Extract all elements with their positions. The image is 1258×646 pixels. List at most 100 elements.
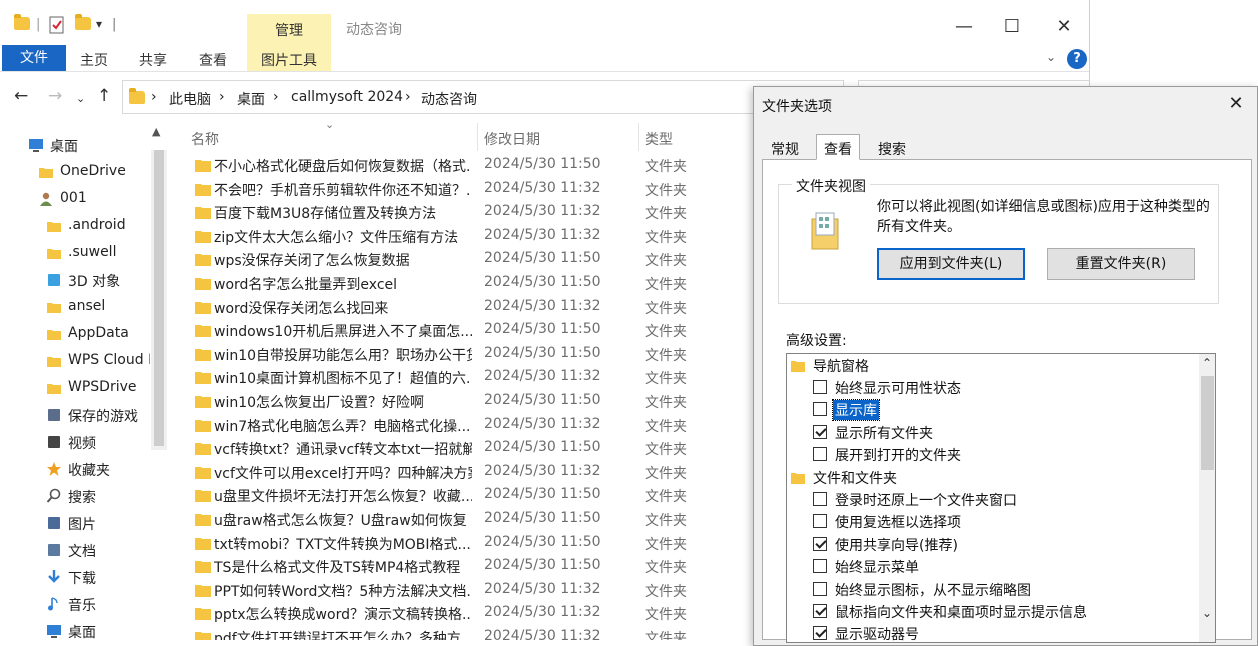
breadcrumb-separator[interactable]: › <box>273 89 279 105</box>
maximize-button[interactable]: ☐ <box>992 14 1032 40</box>
column-header-name[interactable]: 名称 <box>191 129 219 149</box>
scroll-up-icon[interactable]: ⌃ <box>1202 356 1212 370</box>
breadcrumb-desktop[interactable]: 桌面 <box>237 89 265 109</box>
breadcrumb-this-pc[interactable]: 此电脑 <box>169 89 211 109</box>
breadcrumb-separator[interactable]: › <box>405 89 411 105</box>
ribbon-collapse-icon[interactable]: ⌄ <box>1046 50 1056 64</box>
checkbox[interactable] <box>813 379 827 394</box>
dialog-tab-general[interactable]: 常规 <box>764 139 806 161</box>
dialog-tab-view[interactable]: 查看 <box>816 134 860 160</box>
tab-share[interactable]: 共享 <box>139 50 167 70</box>
dialog-close-button[interactable]: ✕ <box>1224 93 1248 114</box>
folder-icon <box>195 418 211 436</box>
tab-view[interactable]: 查看 <box>199 50 227 70</box>
tab-home[interactable]: 主页 <box>80 50 108 70</box>
settings-category[interactable]: 文件和文件夹 <box>791 467 1196 489</box>
minimize-button[interactable]: — <box>944 14 984 40</box>
settings-checkbox-item[interactable]: 始终显示菜单 <box>813 556 1215 578</box>
tab-file[interactable]: 文件 <box>2 45 66 71</box>
sidebar-item[interactable]: 001 <box>38 188 150 212</box>
address-bar[interactable]: › 此电脑 › 桌面 › callmysoft 2024 › 动态咨询 <box>122 80 844 114</box>
apply-to-folders-button[interactable]: 应用到文件夹(L) <box>877 248 1025 280</box>
sidebar-item[interactable]: 桌面 <box>28 134 150 158</box>
scroll-up-icon[interactable]: ▲ <box>152 125 160 138</box>
up-button[interactable]: ↑ <box>97 86 111 106</box>
sidebar-item[interactable]: .suwell <box>46 242 150 266</box>
close-button[interactable]: ✕ <box>1044 14 1084 40</box>
sidebar-item[interactable]: 3D 对象 <box>46 269 150 293</box>
sidebar-item[interactable]: 收藏夹 <box>46 458 150 482</box>
dialog-tab-search[interactable]: 搜索 <box>871 139 913 161</box>
settings-category[interactable]: 导航窗格 <box>791 355 1196 377</box>
sidebar-item[interactable]: WPSDrive <box>46 377 150 401</box>
folder-icon <box>195 323 211 341</box>
file-date: 2024/5/30 11:50 <box>484 533 601 550</box>
settings-checkbox-item[interactable]: 显示所有文件夹 <box>813 422 1215 444</box>
checkbox[interactable] <box>813 514 827 529</box>
checkbox[interactable] <box>813 402 827 417</box>
tab-picture-tools[interactable]: 图片工具 <box>261 50 317 70</box>
checkbox[interactable] <box>813 424 827 439</box>
context-tab-manage[interactable]: 管理 <box>247 20 331 40</box>
breadcrumb-callmysoft[interactable]: callmysoft 2024 <box>291 89 403 105</box>
sidebar-item-label: 搜索 <box>68 490 96 506</box>
new-folder-icon[interactable] <box>75 14 91 37</box>
settings-checkbox-item[interactable]: 登录时还原上一个文件夹窗口 <box>813 489 1215 511</box>
sidebar-item[interactable]: 文档 <box>46 539 150 563</box>
column-divider[interactable] <box>477 123 478 151</box>
file-name: TS是什么格式文件及TS转MP4格式教程 <box>214 560 461 577</box>
sidebar-item[interactable]: 音乐 <box>46 593 150 617</box>
sidebar-item[interactable]: 搜索 <box>46 485 150 509</box>
customize-qat-icon[interactable]: ▾ <box>96 17 102 31</box>
sidebar-item[interactable]: 图片 <box>46 512 150 536</box>
properties-icon[interactable] <box>48 15 66 35</box>
reset-folders-button[interactable]: 重置文件夹(R) <box>1047 248 1195 280</box>
file-date: 2024/5/30 11:50 <box>484 156 601 172</box>
checkbox[interactable] <box>813 603 827 618</box>
sidebar-item[interactable]: 桌面 <box>46 620 150 640</box>
scroll-down-icon[interactable]: ⌄ <box>1202 606 1212 620</box>
navigation-scrollbar[interactable] <box>151 150 167 450</box>
settings-checkbox-item[interactable]: 鼠标指向文件夹和桌面项时显示提示信息 <box>813 601 1215 623</box>
sidebar-item[interactable]: 保存的游戏 <box>46 404 150 428</box>
settings-checkbox-item[interactable]: 显示库 <box>813 399 1215 422</box>
column-divider[interactable] <box>638 123 639 151</box>
sidebar-item[interactable]: 视频 <box>46 431 150 455</box>
breadcrumb-current[interactable]: 动态咨询 <box>421 89 477 109</box>
sidebar-item[interactable]: WPS Cloud I <box>46 350 150 374</box>
settings-checkbox-item[interactable]: 始终显示可用性状态 <box>813 377 1215 399</box>
checkbox[interactable] <box>813 491 827 506</box>
recent-locations-icon[interactable]: ⌄ <box>76 92 85 105</box>
checkbox[interactable] <box>813 559 827 574</box>
checkbox[interactable] <box>813 536 827 551</box>
help-icon[interactable]: ? <box>1067 49 1087 69</box>
sidebar-item[interactable]: .android <box>46 215 150 239</box>
column-header-date[interactable]: 修改日期 <box>484 129 540 149</box>
forward-button[interactable]: → <box>48 86 62 106</box>
breadcrumb-separator[interactable]: › <box>219 89 225 105</box>
advanced-settings-list[interactable]: 导航窗格 始终显示可用性状态 显示库 显示所有文件夹 展开到打开的文件夹 文件和文件夹 登录… <box>786 353 1216 643</box>
file-type: 文件夹 <box>645 489 687 506</box>
settings-checkbox-item[interactable]: 使用复选框以选择项 <box>813 511 1215 533</box>
settings-checkbox-item[interactable]: 始终显示图标，从不显示缩略图 <box>813 579 1215 601</box>
settings-checkbox-item[interactable]: 使用共享向导(推荐) <box>813 534 1215 556</box>
back-button[interactable]: ← <box>14 86 28 106</box>
breadcrumb-separator[interactable]: › <box>151 89 157 105</box>
folder-icon <box>195 229 211 247</box>
settings-checkbox-item[interactable]: 展开到打开的文件夹 <box>813 444 1215 466</box>
sidebar-item[interactable]: 下载 <box>46 566 150 590</box>
sidebar-item[interactable]: AppData <box>46 323 150 347</box>
advanced-settings-scrollbar[interactable]: ⌃ ⌄ <box>1199 354 1215 642</box>
file-name: win7格式化电脑怎么弄？电脑格式化操... <box>214 418 471 435</box>
settings-checkbox-item[interactable]: 显示驱动器号 <box>813 623 1215 642</box>
sidebar-item[interactable]: ansel <box>46 296 150 320</box>
sidebar-item[interactable]: OneDrive <box>38 161 150 185</box>
scrollbar-thumb[interactable] <box>1201 376 1214 470</box>
scrollbar-thumb[interactable] <box>154 150 164 446</box>
column-header-type[interactable]: 类型 <box>645 129 673 149</box>
checkbox[interactable] <box>813 447 827 462</box>
checkbox[interactable] <box>813 581 827 596</box>
folder-icon[interactable] <box>14 14 30 37</box>
checkbox[interactable] <box>813 626 827 641</box>
settings-option-label: 始终显示菜单 <box>835 560 919 577</box>
